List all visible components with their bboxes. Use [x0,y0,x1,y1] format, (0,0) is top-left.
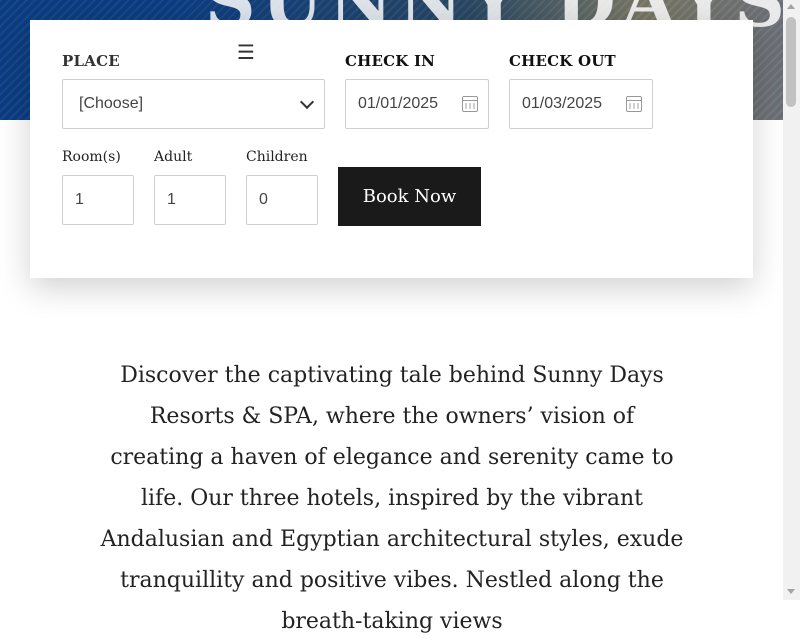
place-select-value: [Choose] [79,95,144,112]
children-input[interactable]: 0 [246,175,318,225]
checkin-label: CHECK IN [345,52,436,70]
calendar-icon[interactable] [626,96,642,112]
about-paragraph: Discover the captivating tale behind Sun… [100,363,684,634]
scroll-up-arrow-icon[interactable] [787,4,795,9]
adult-label: Adult [154,149,193,165]
chevron-down-icon [299,94,315,110]
scroll-down-arrow-icon[interactable] [787,589,795,594]
children-label: Children [246,149,308,165]
rooms-value: 1 [75,191,84,208]
booking-form: PLACE ☰ CHECK IN CHECK OUT [Choose] 01/0… [30,20,753,278]
children-value: 0 [259,191,268,208]
checkin-field[interactable]: 01/01/2025 [345,79,489,129]
menu-icon[interactable]: ☰ [237,40,255,64]
adult-input[interactable]: 1 [154,175,226,225]
adult-value: 1 [167,191,176,208]
book-now-button[interactable]: Book Now [338,167,481,226]
place-label: PLACE [62,52,120,70]
checkout-value: 01/03/2025 [522,95,603,112]
vertical-scrollbar[interactable] [783,0,800,600]
checkin-value: 01/01/2025 [358,95,439,112]
calendar-icon[interactable] [462,96,478,112]
rooms-input[interactable]: 1 [62,175,134,225]
place-select[interactable]: [Choose] [62,79,325,129]
checkout-label: CHECK OUT [509,52,616,70]
rooms-label: Room(s) [62,149,121,165]
checkout-field[interactable]: 01/03/2025 [509,79,653,129]
scroll-thumb[interactable] [786,17,796,107]
